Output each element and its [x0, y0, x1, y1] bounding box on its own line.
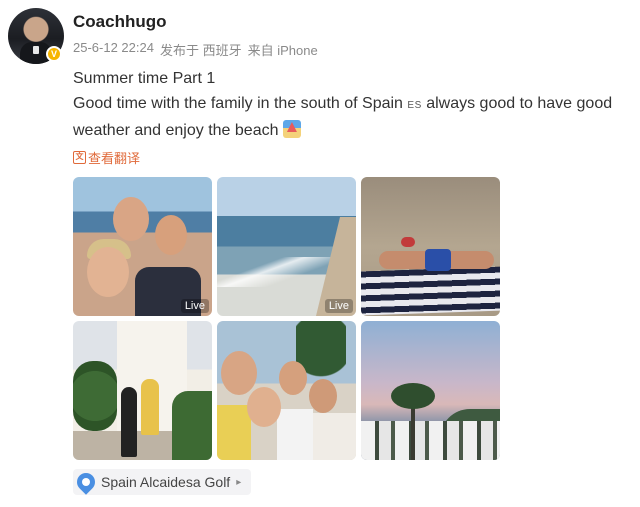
- post-title: Summer time Part 1: [73, 70, 216, 87]
- photo-detail: [121, 387, 137, 457]
- photo-detail: [113, 197, 149, 241]
- beach-umbrella-icon: [282, 120, 301, 138]
- photo-detail: [141, 379, 159, 435]
- photo-sea-shore[interactable]: Live: [217, 177, 356, 316]
- photo-sunset-town[interactable]: [361, 321, 500, 460]
- photo-grid: Live Live: [73, 177, 500, 460]
- photo-detail: [391, 383, 435, 409]
- verified-badge-icon: V: [46, 46, 62, 62]
- photo-detail: [425, 249, 451, 271]
- post-meta: 25-6-12 22:24 发布于 西班牙 来自 iPhone: [73, 40, 318, 59]
- translate-icon: 文: [73, 151, 86, 164]
- photo-family-selfie[interactable]: Live: [73, 177, 212, 316]
- post-text: Summer time Part 1 Good time with the fa…: [73, 66, 623, 143]
- photo-detail: [279, 361, 307, 395]
- live-badge: Live: [180, 299, 209, 313]
- flag-es-icon: ES: [407, 100, 422, 111]
- post-body: Good time with the family in the south o…: [73, 91, 623, 143]
- photo-detail: [217, 405, 251, 460]
- photo-group-selfie[interactable]: [217, 321, 356, 460]
- photo-detail: [361, 266, 500, 316]
- translate-label: 查看翻译: [88, 151, 141, 166]
- photo-detail: [87, 247, 129, 297]
- post-body-part1: Good time with the family in the south o…: [73, 95, 403, 112]
- posted-location-text: 发布于 西班牙: [159, 43, 242, 58]
- location-label: Spain Alcaidesa Golf: [101, 474, 231, 490]
- location-pin-icon: [73, 469, 99, 495]
- photo-white-village[interactable]: [73, 321, 212, 460]
- post-source: 来自 iPhone: [247, 43, 318, 58]
- photo-detail: [247, 387, 281, 427]
- location-tag[interactable]: Spain Alcaidesa Golf ▸: [73, 469, 252, 495]
- photo-detail: [155, 215, 187, 255]
- timestamp[interactable]: 25-6-12 22:24: [73, 40, 154, 59]
- photo-detail: [221, 351, 257, 395]
- photo-detail: [361, 421, 500, 460]
- translate-button[interactable]: 文 查看翻译: [73, 148, 140, 167]
- username[interactable]: Coachhugo: [73, 12, 167, 32]
- photo-beach-towel[interactable]: [361, 177, 500, 316]
- photo-detail: [313, 413, 356, 460]
- photo-detail: [401, 237, 415, 247]
- photo-detail: [73, 361, 117, 431]
- photo-detail: [172, 391, 212, 460]
- photo-detail: [309, 379, 337, 413]
- photo-detail: [277, 409, 313, 460]
- chevron-right-icon: ▸: [236, 476, 242, 488]
- live-badge: Live: [324, 299, 353, 313]
